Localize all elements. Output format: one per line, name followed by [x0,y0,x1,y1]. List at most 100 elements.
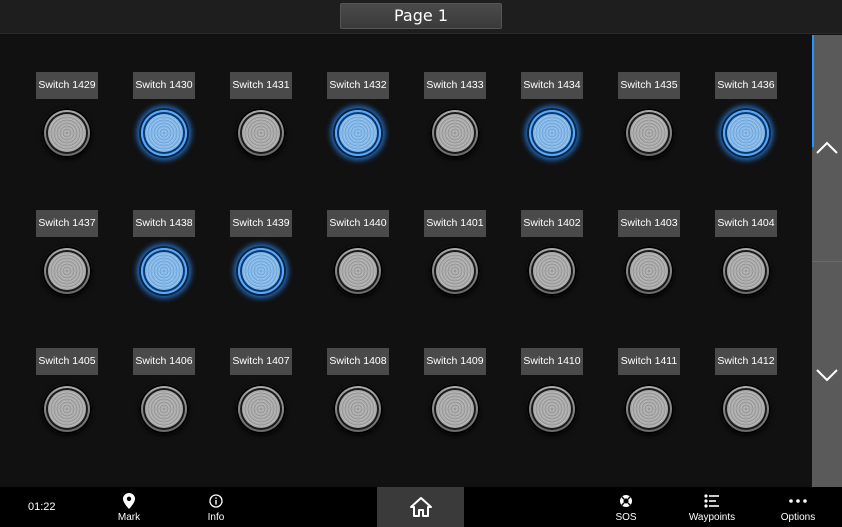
switch-tile[interactable]: Switch 1411 [618,348,680,438]
switch-face [630,390,668,428]
switch-tile[interactable]: Switch 1406 [133,348,195,438]
switch-toggle-button[interactable] [624,246,674,296]
switch-toggle-button[interactable] [624,384,674,434]
switch-toggle-button[interactable] [236,384,286,434]
switch-label: Switch 1407 [230,348,292,375]
switch-toggle-button[interactable] [527,246,577,296]
scroll-up-button[interactable] [812,35,842,261]
switch-toggle-button[interactable] [139,384,189,434]
switch-label: Switch 1408 [327,348,389,375]
info-label: Info [207,511,225,523]
chevron-down-icon [816,368,838,381]
switch-toggle-button[interactable] [430,384,480,434]
switch-label: Switch 1405 [36,348,98,375]
switch-tile[interactable]: Switch 1410 [521,348,583,438]
switch-face [727,114,765,152]
switch-toggle-button[interactable] [333,108,383,158]
switch-tile[interactable]: Switch 1430 [133,72,195,162]
switch-toggle-button[interactable] [430,108,480,158]
switch-tile[interactable]: Switch 1433 [424,72,486,162]
switch-tile[interactable]: Switch 1408 [327,348,389,438]
switch-tile[interactable]: Switch 1439 [230,210,292,300]
switch-tile[interactable]: Switch 1409 [424,348,486,438]
switch-toggle-button[interactable] [333,384,383,434]
switch-label: Switch 1436 [715,72,777,99]
switch-tile[interactable]: Switch 1403 [618,210,680,300]
scroll-down-button[interactable] [812,261,842,487]
switch-toggle-button[interactable] [527,384,577,434]
switch-tile[interactable]: Switch 1404 [715,210,777,300]
switch-toggle-button[interactable] [236,246,286,296]
switch-tile[interactable]: Switch 1405 [36,348,98,438]
switch-tile[interactable]: Switch 1440 [327,210,389,300]
top-bar: Page 1 [0,0,842,34]
switch-face [630,252,668,290]
switch-face [533,114,571,152]
switch-label: Switch 1410 [521,348,583,375]
switch-toggle-button[interactable] [42,246,92,296]
scroll-column [812,35,842,487]
switch-label: Switch 1412 [715,348,777,375]
switch-toggle-button[interactable] [139,108,189,158]
switch-face [339,252,377,290]
waypoints-label: Waypoints [688,511,736,523]
switch-toggle-button[interactable] [333,246,383,296]
options-button[interactable]: Options [774,487,822,527]
switch-tile[interactable]: Switch 1429 [36,72,98,162]
switch-face [436,252,474,290]
waypoints-button[interactable]: Waypoints [684,487,740,527]
switch-tile[interactable]: Switch 1412 [715,348,777,438]
bottom-bar: 01:22 Mark Info SOS Waypoints Options [0,487,842,527]
switch-tile[interactable]: Switch 1401 [424,210,486,300]
sos-icon [619,492,633,510]
switch-label: Switch 1439 [230,210,292,237]
sos-button[interactable]: SOS [604,487,648,527]
switch-label: Switch 1409 [424,348,486,375]
switch-toggle-button[interactable] [236,108,286,158]
switch-toggle-button[interactable] [721,246,771,296]
home-button[interactable] [377,487,464,527]
switch-face [48,390,86,428]
switch-tile[interactable]: Switch 1434 [521,72,583,162]
switch-label: Switch 1430 [133,72,195,99]
switch-tile[interactable]: Switch 1432 [327,72,389,162]
switch-tile[interactable]: Switch 1407 [230,348,292,438]
switch-label: Switch 1402 [521,210,583,237]
switch-grid: Switch 1429 Switch 1430 Switch 1431 Switch … [0,35,812,487]
switch-label: Switch 1429 [36,72,98,99]
page-title[interactable]: Page 1 [340,3,502,29]
switch-tile[interactable]: Switch 1402 [521,210,583,300]
switch-label: Switch 1406 [133,348,195,375]
mark-button[interactable]: Mark [104,487,154,527]
mark-label: Mark [117,511,141,523]
switch-toggle-button[interactable] [42,384,92,434]
switch-label: Switch 1401 [424,210,486,237]
switch-tile[interactable]: Switch 1438 [133,210,195,300]
switch-toggle-button[interactable] [430,246,480,296]
chevron-up-icon [816,141,838,154]
switch-face [339,390,377,428]
sos-label: SOS [615,511,637,523]
switch-toggle-button[interactable] [624,108,674,158]
switch-face [436,114,474,152]
switch-label: Switch 1404 [715,210,777,237]
switch-face [727,390,765,428]
switch-face [339,114,377,152]
switch-tile[interactable]: Switch 1436 [715,72,777,162]
info-icon [209,492,223,510]
switch-face [48,114,86,152]
waypoints-icon [704,492,720,510]
info-button[interactable]: Info [193,487,239,527]
switch-tile[interactable]: Switch 1431 [230,72,292,162]
switch-tile[interactable]: Switch 1437 [36,210,98,300]
switch-toggle-button[interactable] [42,108,92,158]
switch-toggle-button[interactable] [721,384,771,434]
switch-face [533,252,571,290]
switch-toggle-button[interactable] [139,246,189,296]
switch-tile[interactable]: Switch 1435 [618,72,680,162]
switch-face [242,390,280,428]
switch-toggle-button[interactable] [721,108,771,158]
switch-toggle-button[interactable] [527,108,577,158]
switch-label: Switch 1435 [618,72,680,99]
switch-label: Switch 1440 [327,210,389,237]
